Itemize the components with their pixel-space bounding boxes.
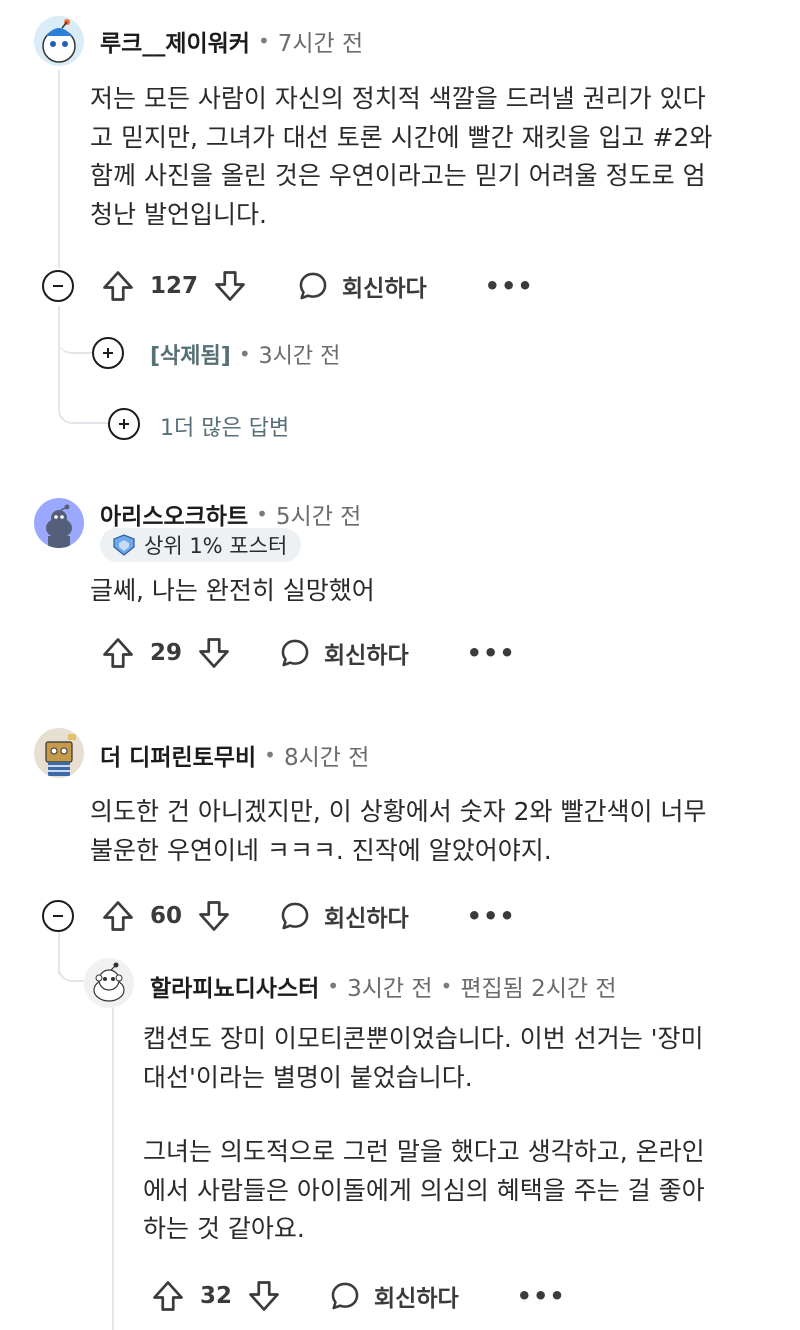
- avatar[interactable]: [34, 728, 84, 778]
- reply-label: 회신하다: [324, 906, 409, 932]
- comment-line: 글쎄, 나는 완전히 실망했어: [90, 576, 375, 605]
- more-options-button[interactable]: •••: [517, 1282, 566, 1310]
- reply-bubble-icon: [299, 272, 327, 300]
- upvote-icon: [103, 638, 133, 668]
- action-bar: 127 회신하다 •••: [100, 266, 534, 306]
- vote-count: 127: [150, 273, 199, 299]
- upvote-button[interactable]: [150, 1278, 186, 1314]
- avatar[interactable]: [34, 498, 84, 548]
- vote-count: 29: [150, 640, 183, 666]
- avatar[interactable]: [84, 958, 134, 1008]
- username[interactable]: 루크__제이워커: [100, 24, 250, 58]
- timestamp: 3시간 전: [347, 976, 433, 1002]
- separator-dot: •: [256, 502, 268, 526]
- reply-label: 회신하다: [374, 1286, 459, 1312]
- reply-bubble-icon: [281, 902, 309, 930]
- comment-meta: 아리스오크하트 • 5시간 전: [100, 497, 361, 531]
- expand-icon: [103, 348, 113, 358]
- action-bar: 32 회신하다 •••: [150, 1276, 566, 1316]
- comment-line: 캡션도 장미 이모티콘뿐이었습니다. 이번 선거는 '장미: [143, 1024, 704, 1053]
- comment-line: 하는 것 같아요.: [143, 1214, 305, 1243]
- username[interactable]: 아리스오크하트: [100, 497, 248, 531]
- top-poster-icon: [113, 534, 135, 556]
- action-bar: 60 회신하다 •••: [100, 896, 516, 936]
- reply-button[interactable]: 회신하다: [296, 269, 427, 303]
- downvote-button[interactable]: [212, 268, 248, 304]
- upvote-icon: [103, 901, 133, 931]
- expand-icon: [119, 419, 129, 429]
- reply-button[interactable]: 회신하다: [328, 1279, 459, 1313]
- thread-line-1: [58, 70, 60, 268]
- reply-button[interactable]: 회신하다: [278, 899, 409, 933]
- timestamp: 5시간 전: [275, 504, 362, 530]
- comment-line: 함께 사진을 올린 것은 우연이라고는 믿기 어려울 정도로 엄: [90, 161, 706, 190]
- upvote-icon: [153, 1281, 183, 1311]
- upvote-button[interactable]: [100, 268, 136, 304]
- thread-curve-deleted: [58, 306, 92, 354]
- reply-label: 회신하다: [324, 643, 409, 669]
- flair-label: 상위 1% 포스터: [144, 534, 288, 558]
- downvote-icon: [215, 271, 245, 301]
- downvote-icon: [199, 901, 229, 931]
- more-options-button[interactable]: •••: [467, 639, 516, 667]
- timestamp: 7시간 전: [277, 31, 364, 57]
- downvote-button[interactable]: [246, 1278, 282, 1314]
- comment-body: 저는 모든 사람이 자신의 정치적 색깔을 드러낼 권리가 있다 고 믿지만, …: [90, 80, 770, 234]
- upvote-icon: [103, 271, 133, 301]
- edited-timestamp: 편집됨 2시간 전: [460, 976, 617, 1002]
- reply-bubble-icon: [281, 639, 309, 667]
- comment-line: 불운한 우연이네 ㅋㅋㅋ. 진작에 알았어야지.: [90, 835, 552, 865]
- comment-meta: 루크__제이워커 • 7시간 전: [100, 24, 363, 58]
- downvote-button[interactable]: [196, 898, 232, 934]
- upvote-button[interactable]: [100, 635, 136, 671]
- reply-label: 회신하다: [342, 276, 427, 302]
- separator-dot: •: [440, 974, 453, 998]
- separator-dot: •: [238, 342, 251, 366]
- deleted-username: [삭제됨]: [150, 344, 231, 369]
- comment-meta: 할라피뇨디사스터 • 3시간 전 • 편집됨 2시간 전: [150, 969, 617, 1003]
- avatar[interactable]: [34, 16, 84, 66]
- collapse-button[interactable]: [42, 900, 74, 932]
- comment-line: 청난 발언입니다.: [90, 199, 267, 229]
- downvote-button[interactable]: [196, 635, 232, 671]
- timestamp: 3시간 전: [258, 344, 341, 369]
- reply-bubble-icon: [331, 1282, 359, 1310]
- separator-dot: •: [257, 29, 270, 53]
- comment-line: 그녀는 의도적으로 그런 말을 했다고 생각하고, 온라인: [143, 1137, 705, 1166]
- thread-line-reply: [112, 1005, 114, 1330]
- separator-dot: •: [264, 743, 276, 767]
- more-replies-expand-button[interactable]: [108, 408, 140, 440]
- separator-dot: •: [327, 974, 340, 998]
- comment-body: 글쎄, 나는 완전히 실망했어: [90, 572, 770, 611]
- more-options-button[interactable]: •••: [485, 272, 534, 300]
- comment-meta: 더 디퍼린토무비 • 8시간 전: [100, 738, 369, 772]
- thread-curve-reply: [58, 930, 84, 982]
- timestamp: 8시간 전: [283, 745, 370, 771]
- thread-curve-more: [58, 380, 108, 424]
- more-replies-link[interactable]: 1더 많은 답변: [160, 410, 289, 442]
- collapse-button[interactable]: [42, 270, 74, 302]
- collapse-icon: [53, 915, 63, 917]
- vote-count: 60: [150, 903, 183, 929]
- action-bar: 29 회신하다 •••: [100, 633, 516, 673]
- upvote-button[interactable]: [100, 898, 136, 934]
- comment-body: 캡션도 장미 이모티콘뿐이었습니다. 이번 선거는 '장미 대선'이라는 별명이…: [143, 1020, 773, 1249]
- username[interactable]: 할라피뇨디사스터: [150, 969, 319, 1003]
- expand-button[interactable]: [92, 337, 124, 369]
- more-options-button[interactable]: •••: [467, 902, 516, 930]
- collapsed-comment[interactable]: [삭제됨] • 3시간 전: [150, 338, 340, 370]
- user-flair-badge: 상위 1% 포스터: [100, 528, 302, 562]
- comment-body: 의도한 건 아니겠지만, 이 상황에서 숫자 2와 빨간색이 너무 불운한 우연…: [90, 793, 770, 870]
- downvote-icon: [199, 638, 229, 668]
- collapse-icon: [53, 285, 63, 287]
- vote-count: 32: [200, 1283, 233, 1309]
- comment-line: 에서 사람들은 아이돌에게 의심의 혜택을 주는 걸 좋아: [143, 1175, 705, 1205]
- comment-line: 의도한 건 아니겠지만, 이 상황에서 숫자 2와 빨간색이 너무: [90, 797, 707, 826]
- reply-button[interactable]: 회신하다: [278, 636, 409, 670]
- comment-line: 대선'이라는 별명이 붙었습니다.: [143, 1062, 473, 1092]
- downvote-icon: [249, 1281, 279, 1311]
- comment-line: 저는 모든 사람이 자신의 정치적 색깔을 드러낼 권리가 있다: [90, 84, 706, 113]
- username[interactable]: 더 디퍼린토무비: [100, 738, 256, 772]
- comment-line: 고 믿지만, 그녀가 대선 토론 시간에 빨간 재킷을 입고 #2와: [90, 122, 713, 152]
